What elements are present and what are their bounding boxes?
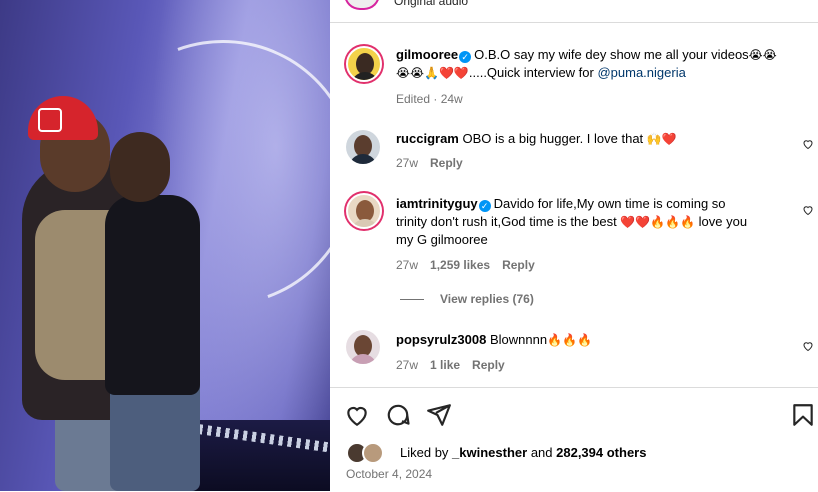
post-header: Original audio — [330, 0, 818, 23]
comment-meta: 27w Reply — [396, 156, 463, 170]
likes-total[interactable]: 282,394 others — [556, 445, 646, 460]
comment-avatar[interactable] — [346, 130, 380, 164]
comment-avatar[interactable] — [346, 193, 382, 229]
post-photo[interactable] — [0, 0, 330, 491]
comment-username[interactable]: popsyrulz3008 — [396, 332, 486, 347]
post-actions: Liked by _kwinesther and 282,394 others … — [330, 387, 818, 492]
comment-2: iamtrinityguy ✓ Davido for life,My own tim… — [396, 196, 748, 247]
liked-by-user[interactable]: _kwinesther — [452, 445, 527, 460]
comment-1: ruccigram OBO is a big hugger. I love th… — [396, 131, 677, 146]
comment-icon[interactable] — [385, 402, 411, 428]
reply-button[interactable]: Reply — [472, 358, 505, 372]
mention-link[interactable]: @puma.nigeria — [597, 65, 685, 80]
heart-icon[interactable] — [344, 402, 370, 428]
comment-avatar[interactable] — [346, 330, 380, 364]
liked-by-avatars[interactable] — [346, 442, 390, 464]
comment-meta: 27w 1 like Reply — [396, 358, 505, 372]
likes-count[interactable]: 1 like — [430, 358, 460, 372]
comment-3: popsyrulz3008 Blownnnn🔥🔥🔥 — [396, 332, 592, 347]
audio-label[interactable]: Original audio — [394, 0, 468, 8]
view-replies-button[interactable]: View replies (76) — [400, 292, 534, 306]
heart-icon[interactable] — [802, 340, 814, 352]
heart-icon[interactable] — [802, 204, 814, 216]
caption-avatar[interactable] — [346, 46, 382, 82]
caption: gilmooree ✓ O.B.O say my wife dey show me … — [396, 47, 777, 80]
verified-icon: ✓ — [478, 200, 491, 212]
liked-by-text: Liked by _kwinesther and 282,394 others — [400, 445, 647, 460]
post-date[interactable]: October 4, 2024 — [346, 467, 432, 481]
heart-icon[interactable] — [802, 138, 814, 150]
comments-panel: Original audio gilmooree ✓ O.B.O say my wi… — [330, 0, 818, 491]
comment-username[interactable]: ruccigram — [396, 131, 459, 146]
likes-count[interactable]: 1,259 likes — [430, 258, 490, 272]
verified-icon: ✓ — [459, 51, 472, 63]
reply-button[interactable]: Reply — [502, 258, 535, 272]
author-avatar[interactable] — [344, 0, 380, 10]
bookmark-icon[interactable] — [790, 402, 816, 428]
comment-meta: 27w 1,259 likes Reply — [396, 258, 535, 272]
comment-username[interactable]: iamtrinityguy — [396, 196, 478, 211]
reply-button[interactable]: Reply — [430, 156, 463, 170]
caption-username[interactable]: gilmooree — [396, 47, 458, 62]
share-icon[interactable] — [426, 402, 452, 428]
caption-meta: Edited · 24w — [396, 92, 463, 106]
